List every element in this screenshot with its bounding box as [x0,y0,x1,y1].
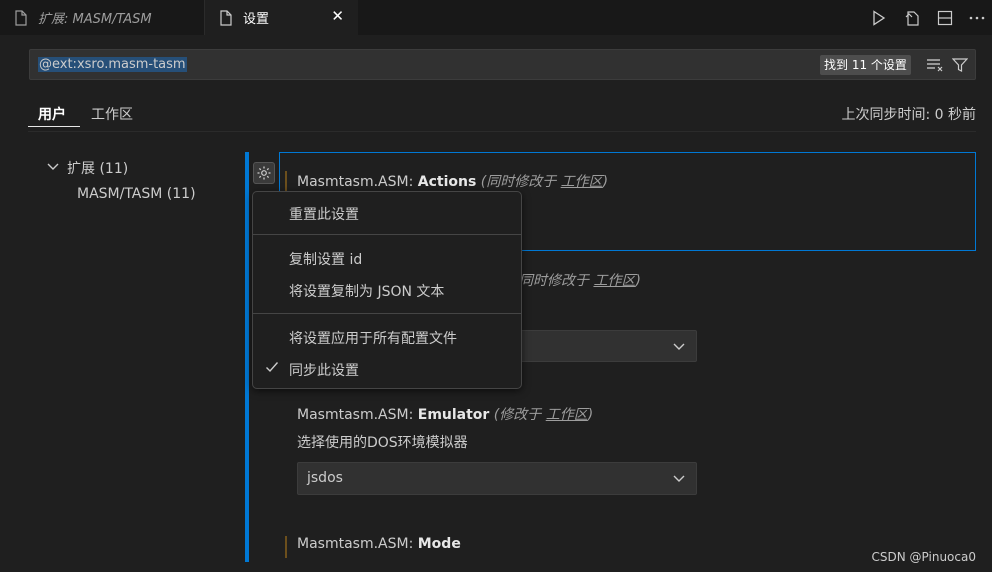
chevron-down-icon[interactable] [46,161,60,176]
emulator-value: jsdos [307,470,343,486]
tab-user[interactable]: 用户 [38,104,66,124]
menu-item-apply-all-profiles[interactable]: 将设置应用于所有配置文件 [253,323,521,353]
menu-item-copy-json[interactable]: 将设置复制为 JSON 文本 [253,276,521,306]
tab-label: 扩展: MASM/TASM [38,12,152,27]
modified-indicator [285,171,287,191]
setting-context-menu: 重置此设置 复制设置 id 将设置复制为 JSON 文本 将设置应用于所有配置文… [252,191,522,389]
settings-search-input[interactable]: @ext:xsro.masm-tasm 找到 11 个设置 [29,49,976,80]
tab-label: 设置 [243,12,270,27]
setting-title-emulator: Masmtasm.ASM: Emulator (修改于 工作区) [297,407,594,423]
setting-title-mode: Masmtasm.ASM: Mode [297,536,461,552]
modified-indicator [285,536,287,558]
search-value[interactable]: @ext:xsro.masm-tasm [38,57,187,72]
tab-settings[interactable]: 设置 ✕ [205,0,358,35]
check-icon [265,361,279,377]
tree-item-masm-tasm[interactable]: MASM/TASM (11) [77,186,196,202]
more-actions-icon[interactable] [962,0,992,35]
close-icon[interactable]: ✕ [331,9,344,24]
chevron-down-icon [672,341,686,356]
run-icon[interactable] [864,0,894,35]
file-icon [14,9,28,26]
emulator-dropdown[interactable]: jsdos [297,462,697,495]
tree-group-extensions[interactable]: 扩展 (11) [67,158,128,178]
menu-item-reset[interactable]: 重置此设置 [253,199,521,229]
clear-filter-icon[interactable] [925,55,945,75]
active-tab-underline [28,126,80,127]
active-setting-indicator [245,152,249,562]
watermark: CSDN @Pinuoca0 [871,550,976,564]
setting-title-actions: Masmtasm.ASM: Actions (同时修改于 工作区) [297,174,609,190]
file-icon [219,9,233,26]
filter-icon[interactable] [950,55,970,75]
setting-dropdown[interactable] [510,330,697,362]
sync-status: 上次同步时间: 0 秒前 [841,107,976,123]
menu-item-sync-setting[interactable]: 同步此设置 [253,355,521,385]
tab-workspace[interactable]: 工作区 [91,104,133,124]
menu-item-copy-id[interactable]: 复制设置 id [253,244,521,274]
gear-icon[interactable] [253,162,275,184]
tab-extension-masm-tasm[interactable]: 扩展: MASM/TASM [0,0,205,35]
divider [28,131,976,132]
split-editor-icon[interactable] [930,0,960,35]
menu-separator [253,313,521,314]
setting-description-emulator: 选择使用的DOS环境模拟器 [297,435,468,451]
tab-bar: 扩展: MASM/TASM 设置 ✕ [0,0,992,35]
menu-separator [253,234,521,235]
open-settings-json-icon[interactable] [898,0,928,35]
result-count-badge: 找到 11 个设置 [820,55,911,75]
setting-title-partial: 同时修改于 工作区) [519,273,641,289]
chevron-down-icon [672,473,686,488]
